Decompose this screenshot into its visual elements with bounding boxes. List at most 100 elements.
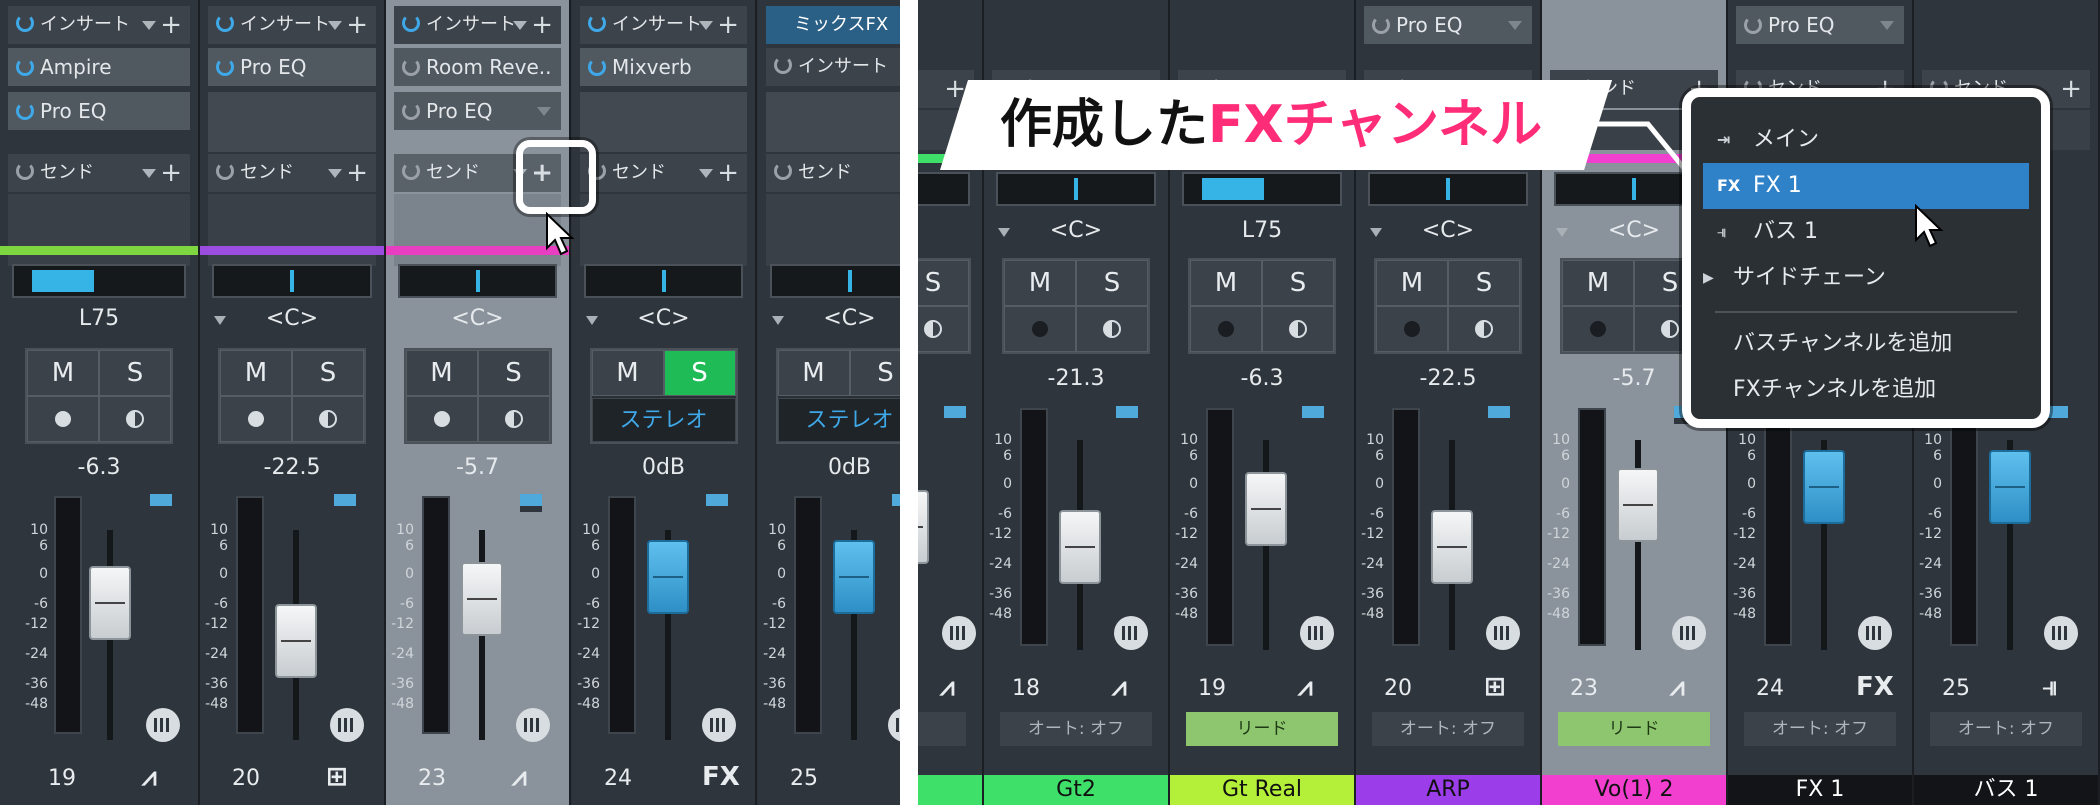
mute-button[interactable]: M bbox=[1004, 260, 1076, 306]
routing-icon[interactable] bbox=[702, 708, 736, 742]
power-icon[interactable] bbox=[402, 14, 420, 32]
insert-slot[interactable]: Pro EQ bbox=[1364, 6, 1532, 44]
power-icon[interactable] bbox=[588, 14, 606, 32]
solo-button[interactable]: S bbox=[1076, 260, 1148, 306]
routing-icon[interactable] bbox=[516, 708, 550, 742]
insert-slot[interactable]: Pro EQ bbox=[1736, 6, 1904, 44]
collapse-icon[interactable] bbox=[214, 316, 226, 325]
routing-icon[interactable] bbox=[1114, 616, 1148, 650]
volume-fader[interactable] bbox=[1617, 468, 1659, 542]
mute-button[interactable]: M bbox=[777, 350, 850, 396]
solo-button[interactable]: S bbox=[849, 350, 900, 396]
automation-mode-button[interactable]: リード bbox=[1558, 712, 1710, 746]
insert-slot[interactable]: Room Reve.. bbox=[394, 48, 561, 86]
menu-item-fx1[interactable]: FX FX 1 bbox=[1703, 163, 2029, 209]
chevron-down-icon[interactable] bbox=[328, 21, 342, 30]
volume-fader[interactable] bbox=[1431, 510, 1473, 584]
power-icon[interactable] bbox=[216, 162, 234, 180]
chevron-down-icon[interactable] bbox=[699, 21, 713, 30]
menu-add-fx-channel[interactable]: FXチャンネルを追加 bbox=[1703, 367, 2029, 413]
power-icon[interactable] bbox=[588, 58, 606, 76]
volume-fader[interactable] bbox=[275, 604, 317, 678]
power-icon[interactable] bbox=[1744, 16, 1762, 34]
mute-button[interactable]: M bbox=[1376, 260, 1448, 306]
add-insert-icon[interactable]: + bbox=[717, 6, 739, 44]
menu-item-bus1[interactable]: ⫣ バス 1 bbox=[1703, 209, 2029, 255]
collapse-icon[interactable] bbox=[586, 316, 598, 325]
solo-button[interactable]: S bbox=[1262, 260, 1334, 306]
solo-button[interactable]: S bbox=[663, 350, 736, 396]
pan-slider[interactable] bbox=[1182, 172, 1342, 206]
automation-mode-button[interactable]: オート: オフ bbox=[1372, 712, 1524, 746]
chevron-down-icon[interactable] bbox=[1508, 21, 1522, 30]
add-send-icon[interactable]: + bbox=[346, 154, 368, 192]
power-icon[interactable] bbox=[16, 58, 34, 76]
monitor-button[interactable] bbox=[292, 396, 364, 442]
insert-slot[interactable]: Pro EQ bbox=[394, 92, 561, 130]
add-send-icon[interactable]: + bbox=[160, 154, 182, 192]
stereo-button[interactable]: ステレオ bbox=[777, 398, 900, 442]
mute-button[interactable]: M bbox=[405, 350, 478, 396]
insert-header[interactable]: インサート bbox=[766, 48, 900, 86]
routing-icon[interactable] bbox=[1858, 616, 1892, 650]
send-header[interactable]: センド+ bbox=[208, 154, 376, 192]
power-icon[interactable] bbox=[402, 58, 420, 76]
insert-slot-empty[interactable] bbox=[208, 92, 376, 152]
automation-mode-button[interactable]: リード bbox=[1186, 712, 1338, 746]
volume-fader[interactable] bbox=[833, 540, 875, 614]
pan-slider[interactable] bbox=[770, 264, 900, 298]
track-name[interactable] bbox=[918, 775, 982, 805]
pan-slider[interactable] bbox=[584, 264, 743, 298]
mute-button[interactable]: M bbox=[220, 350, 292, 396]
add-insert-icon[interactable]: + bbox=[160, 6, 182, 44]
track-name[interactable]: FX 1 bbox=[1728, 775, 1912, 805]
track-name[interactable]: Gt Real bbox=[1170, 775, 1354, 805]
send-header[interactable]: センド bbox=[766, 154, 900, 192]
solo-button[interactable]: S bbox=[292, 350, 364, 396]
collapse-icon[interactable] bbox=[772, 316, 784, 325]
routing-icon[interactable] bbox=[146, 708, 180, 742]
record-button[interactable] bbox=[1562, 306, 1634, 352]
insert-slot[interactable]: Mixverb bbox=[580, 48, 747, 86]
volume-fader[interactable] bbox=[918, 490, 929, 564]
mute-button[interactable]: M bbox=[27, 350, 99, 396]
monitor-button[interactable] bbox=[1448, 306, 1520, 352]
chevron-down-icon[interactable] bbox=[328, 169, 342, 178]
record-button[interactable] bbox=[27, 396, 99, 442]
power-icon[interactable] bbox=[216, 58, 234, 76]
power-icon[interactable] bbox=[774, 56, 792, 74]
chevron-down-icon[interactable] bbox=[142, 21, 156, 30]
record-button[interactable] bbox=[1190, 306, 1262, 352]
record-button[interactable] bbox=[1004, 306, 1076, 352]
insert-header[interactable]: インサート + bbox=[8, 6, 190, 44]
pan-slider[interactable] bbox=[212, 264, 372, 298]
power-icon[interactable] bbox=[774, 162, 792, 180]
mix-fx-header[interactable]: ミックスFX bbox=[766, 6, 900, 44]
record-button[interactable] bbox=[1376, 306, 1448, 352]
add-insert-icon[interactable]: + bbox=[531, 6, 553, 44]
add-insert-icon[interactable]: + bbox=[346, 6, 368, 44]
volume-fader[interactable] bbox=[1803, 450, 1845, 524]
mute-button[interactable]: M bbox=[1562, 260, 1634, 306]
power-icon[interactable] bbox=[402, 102, 420, 120]
routing-icon[interactable] bbox=[1672, 616, 1706, 650]
monitor-button[interactable] bbox=[477, 396, 550, 442]
monitor-button[interactable] bbox=[1262, 306, 1334, 352]
volume-fader[interactable] bbox=[1245, 472, 1287, 546]
insert-slot-empty[interactable] bbox=[580, 92, 747, 152]
insert-slot[interactable]: Ampire bbox=[8, 48, 190, 86]
insert-slot[interactable]: Pro EQ bbox=[8, 92, 190, 130]
routing-icon[interactable] bbox=[2044, 616, 2078, 650]
automation-mode-button[interactable]: オフ bbox=[918, 712, 966, 746]
pan-slider[interactable] bbox=[1368, 172, 1528, 206]
routing-icon[interactable] bbox=[330, 708, 364, 742]
mute-button[interactable]: M bbox=[1190, 260, 1262, 306]
track-name[interactable]: Vo(1) 2 bbox=[1542, 775, 1726, 805]
track-name[interactable]: ARP bbox=[1356, 775, 1540, 805]
collapse-icon[interactable] bbox=[998, 228, 1010, 237]
send-header[interactable]: センド+ bbox=[8, 154, 190, 192]
collapse-icon[interactable] bbox=[1556, 228, 1568, 237]
power-icon[interactable] bbox=[16, 14, 34, 32]
mute-button[interactable]: M bbox=[591, 350, 664, 396]
volume-fader[interactable] bbox=[1059, 510, 1101, 584]
